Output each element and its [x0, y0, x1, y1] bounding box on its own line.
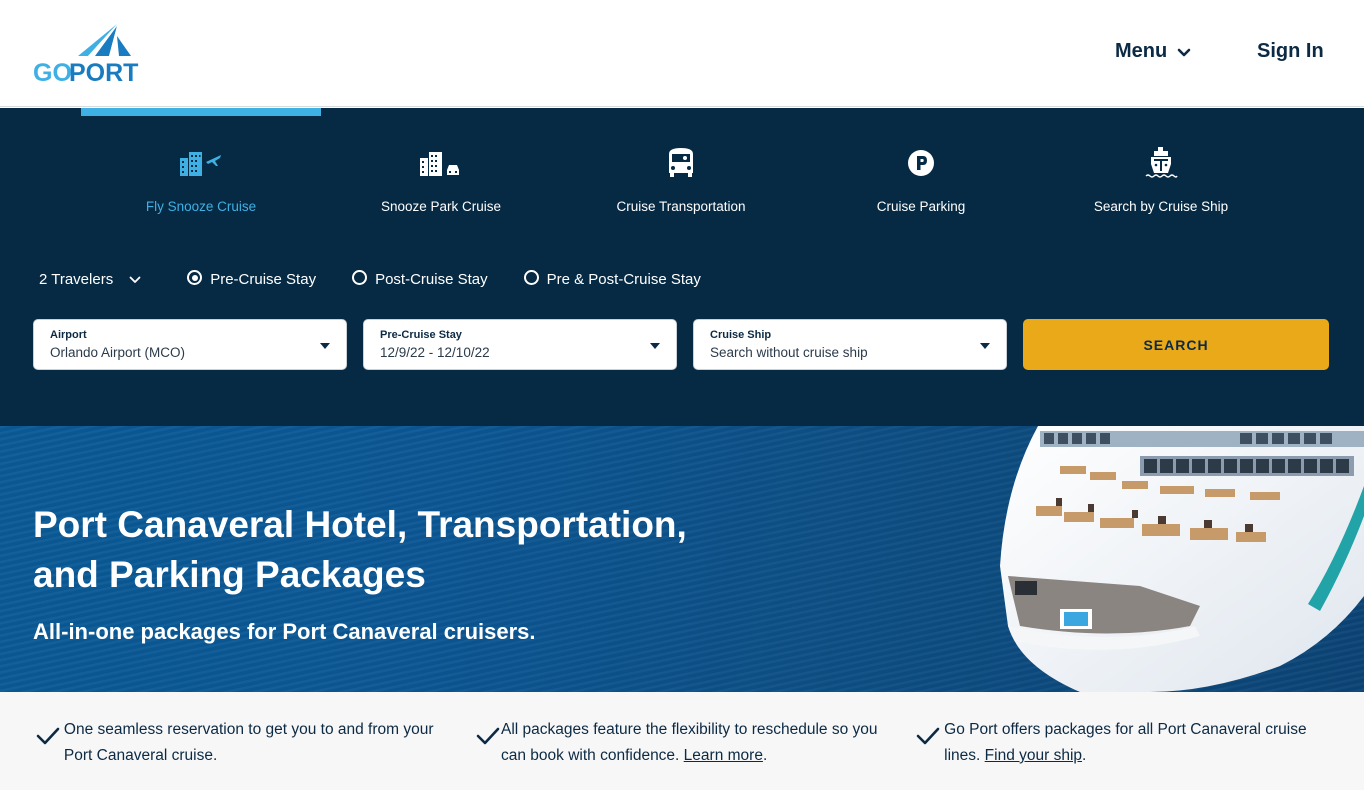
- chevron-down-icon: [1177, 48, 1191, 56]
- radio-label: Pre-Cruise Stay: [210, 271, 317, 288]
- sail-logo-icon: GO PORT: [33, 24, 138, 84]
- bus-icon: [669, 148, 693, 177]
- radio-post-cruise-stay[interactable]: Post-Cruise Stay: [352, 270, 488, 288]
- travelers-dropdown[interactable]: 2 Travelers: [39, 271, 141, 288]
- radio-selected-icon: [187, 270, 203, 285]
- goport-logo[interactable]: GO PORT: [33, 24, 147, 84]
- feature-text: One seamless reservation to get you to a…: [63, 721, 434, 764]
- radio-label: Pre & Post-Cruise Stay: [546, 271, 701, 288]
- booking-panel: Fly Snooze Cruise Snooze Park Cruise Cru…: [0, 108, 1364, 426]
- tab-label: Snooze Park Cruise: [380, 199, 502, 214]
- feature-text: Go Port offers packages for all Port Can…: [944, 721, 1307, 764]
- caret-down-icon: [320, 343, 330, 349]
- caret-down-icon: [980, 343, 990, 349]
- stay-dates-label: Pre-Cruise Stay: [380, 329, 462, 341]
- parking-icon: [908, 150, 934, 176]
- cruise-ship-image: [1000, 426, 1364, 692]
- sign-in-link[interactable]: Sign In: [1257, 40, 1324, 63]
- chevron-down-icon: [129, 276, 141, 283]
- radio-unselected-icon: [523, 270, 539, 285]
- tab-search-by-cruise-ship[interactable]: Search by Cruise Ship: [1041, 146, 1281, 214]
- tab-label: Search by Cruise Ship: [1093, 199, 1229, 214]
- checkmark-icon: [916, 727, 940, 745]
- search-button[interactable]: SEARCH: [1023, 319, 1329, 370]
- tab-fly-snooze-cruise[interactable]: Fly Snooze Cruise: [81, 146, 321, 214]
- hero-banner: Port Canaveral Hotel, Transportation, an…: [0, 426, 1364, 692]
- travelers-value: 2 Travelers: [39, 271, 114, 288]
- airport-value: Orlando Airport (MCO): [50, 345, 186, 360]
- radio-label: Post-Cruise Stay: [375, 271, 488, 288]
- learn-more-link[interactable]: Learn more: [684, 747, 763, 764]
- product-tabs: Fly Snooze Cruise Snooze Park Cruise Cru…: [81, 146, 1281, 214]
- svg-text:PORT: PORT: [69, 59, 138, 84]
- tab-label: Cruise Transportation: [616, 199, 746, 214]
- tab-snooze-park-cruise[interactable]: Snooze Park Cruise: [321, 146, 561, 214]
- airport-label: Airport: [50, 329, 87, 341]
- site-header: GO PORT Menu Sign In: [0, 0, 1364, 107]
- feature-item: All packages feature the flexibility to …: [475, 717, 905, 769]
- tab-label: Fly Snooze Cruise: [145, 199, 257, 214]
- hero-subtitle: All-in-one packages for Port Canaveral c…: [33, 619, 536, 644]
- radio-pre-cruise-stay[interactable]: Pre-Cruise Stay: [187, 270, 317, 288]
- stay-dates-value: 12/9/22 - 12/10/22: [380, 345, 490, 360]
- radio-unselected-icon: [352, 270, 368, 285]
- checkmark-icon: [476, 727, 500, 745]
- cruise-ship-label: Cruise Ship: [710, 329, 772, 341]
- feature-text: All packages feature the flexibility to …: [501, 721, 878, 764]
- hotel-plane-icon: [180, 152, 221, 176]
- svg-text:GO: GO: [33, 59, 72, 84]
- caret-down-icon: [650, 343, 660, 349]
- tab-label: Cruise Parking: [876, 199, 966, 214]
- active-tab-indicator: [81, 108, 321, 116]
- feature-strip: One seamless reservation to get you to a…: [0, 692, 1364, 790]
- cruise-ship-value: Search without cruise ship: [710, 345, 868, 360]
- checkmark-icon: [36, 727, 60, 745]
- cruise-ship-select[interactable]: Cruise Ship Search without cruise ship: [693, 319, 1007, 370]
- cruise-ship-icon: [1145, 147, 1178, 178]
- radio-pre-and-post-cruise-stay[interactable]: Pre & Post-Cruise Stay: [523, 270, 701, 288]
- menu-button[interactable]: Menu: [1115, 40, 1191, 63]
- tab-cruise-transportation[interactable]: Cruise Transportation: [561, 146, 801, 214]
- stay-dates-select[interactable]: Pre-Cruise Stay 12/9/22 - 12/10/22: [363, 319, 677, 370]
- hero-title: Port Canaveral Hotel, Transportation, an…: [33, 504, 687, 595]
- tab-cruise-parking[interactable]: Cruise Parking: [801, 146, 1041, 214]
- find-your-ship-link[interactable]: Find your ship: [985, 747, 1082, 764]
- feature-item: Go Port offers packages for all Port Can…: [915, 717, 1315, 769]
- trip-options: 2 Travelers Pre-Cruise Stay Post-Cruise …: [39, 270, 737, 288]
- feature-item: One seamless reservation to get you to a…: [35, 717, 445, 769]
- airport-select[interactable]: Airport Orlando Airport (MCO): [33, 319, 347, 370]
- hotel-car-icon: [420, 152, 459, 176]
- menu-label: Menu: [1115, 40, 1168, 62]
